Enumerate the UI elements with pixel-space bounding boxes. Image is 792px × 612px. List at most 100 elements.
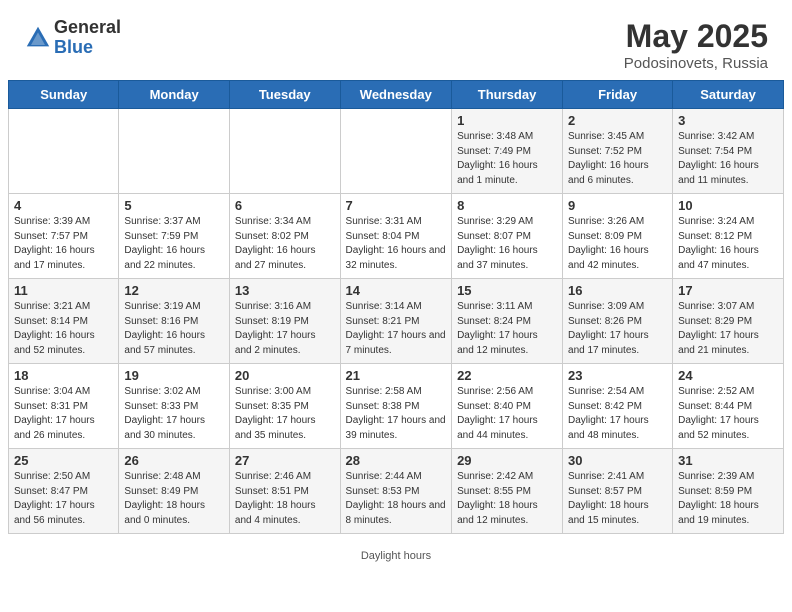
calendar-cell: 4Sunrise: 3:39 AM Sunset: 7:57 PM Daylig… (9, 194, 119, 279)
day-number: 24 (678, 368, 778, 383)
day-number: 12 (124, 283, 224, 298)
calendar-cell: 10Sunrise: 3:24 AM Sunset: 8:12 PM Dayli… (673, 194, 784, 279)
day-info: Sunrise: 3:45 AM Sunset: 7:52 PM Dayligh… (568, 130, 667, 188)
location: Podosinovets, Russia (624, 55, 768, 72)
calendar-table: SundayMondayTuesdayWednesdayThursdayFrid… (8, 80, 784, 534)
calendar-cell: 7 Sunrise: 3:31 AM Sunset: 8:04 PM Daylig… (340, 194, 452, 279)
day-number: 10 (678, 198, 778, 213)
day-info: Sunrise: 3:31 AM Sunset: 8:04 PM Dayligh… (346, 215, 447, 273)
weekday-header: Sunday (9, 81, 119, 109)
calendar-week-row: 11Sunrise: 3:21 AM Sunset: 8:14 PM Dayli… (9, 279, 784, 364)
logo-general: General (54, 18, 121, 38)
weekday-header: Friday (563, 81, 673, 109)
day-number: 13 (235, 283, 335, 298)
day-info: Sunrise: 2:50 AM Sunset: 8:47 PM Dayligh… (14, 470, 113, 528)
day-number: 9 (568, 198, 667, 213)
logo-blue: Blue (54, 38, 121, 58)
day-number: 28 (346, 453, 447, 468)
calendar-cell (9, 109, 119, 194)
day-info: Sunrise: 3:26 AM Sunset: 8:09 PM Dayligh… (568, 215, 667, 273)
day-number: 20 (235, 368, 335, 383)
day-info: Sunrise: 3:07 AM Sunset: 8:29 PM Dayligh… (678, 300, 778, 358)
day-number: 21 (346, 368, 447, 383)
calendar-body: 1 Sunrise: 3:48 AM Sunset: 7:49 PM Daylig… (9, 109, 784, 534)
day-info: Sunrise: 2:41 AM Sunset: 8:57 PM Dayligh… (568, 470, 667, 528)
day-number: 1 (457, 113, 557, 128)
day-number: 6 (235, 198, 335, 213)
calendar-week-row: 1 Sunrise: 3:48 AM Sunset: 7:49 PM Daylig… (9, 109, 784, 194)
day-number: 8 (457, 198, 557, 213)
footer-note: Daylight hours (0, 546, 792, 564)
calendar-week-row: 18 Sunrise: 3:04 AM Sunset: 8:31 PM Dayli… (9, 364, 784, 449)
calendar-cell: 30 Sunrise: 2:41 AM Sunset: 8:57 PM Dayli… (563, 449, 673, 534)
day-info: Sunrise: 3:42 AM Sunset: 7:54 PM Dayligh… (678, 130, 778, 188)
day-number: 27 (235, 453, 335, 468)
logo: General Blue (24, 18, 121, 58)
day-info: Sunrise: 3:04 AM Sunset: 8:31 PM Dayligh… (14, 385, 113, 443)
day-number: 31 (678, 453, 778, 468)
calendar-cell: 8Sunrise: 3:29 AM Sunset: 8:07 PM Daylig… (452, 194, 563, 279)
calendar-cell: 2Sunrise: 3:45 AM Sunset: 7:52 PM Daylig… (563, 109, 673, 194)
calendar-cell: 3 Sunrise: 3:42 AM Sunset: 7:54 PM Daylig… (673, 109, 784, 194)
calendar-cell: 15 Sunrise: 3:11 AM Sunset: 8:24 PM Dayli… (452, 279, 563, 364)
day-info: Sunrise: 2:39 AM Sunset: 8:59 PM Dayligh… (678, 470, 778, 528)
weekday-header: Wednesday (340, 81, 452, 109)
day-number: 30 (568, 453, 667, 468)
day-info: Sunrise: 2:46 AM Sunset: 8:51 PM Dayligh… (235, 470, 335, 528)
day-info: Sunrise: 2:44 AM Sunset: 8:53 PM Dayligh… (346, 470, 447, 528)
logo-icon (24, 24, 52, 52)
day-info: Sunrise: 3:00 AM Sunset: 8:35 PM Dayligh… (235, 385, 335, 443)
calendar-cell: 23Sunrise: 2:54 AM Sunset: 8:42 PM Dayli… (563, 364, 673, 449)
day-info: Sunrise: 3:11 AM Sunset: 8:24 PM Dayligh… (457, 300, 557, 358)
calendar-cell: 1 Sunrise: 3:48 AM Sunset: 7:49 PM Daylig… (452, 109, 563, 194)
day-number: 18 (14, 368, 113, 383)
day-info: Sunrise: 3:09 AM Sunset: 8:26 PM Dayligh… (568, 300, 667, 358)
calendar-cell: 20 Sunrise: 3:00 AM Sunset: 8:35 PM Dayli… (229, 364, 340, 449)
weekday-header-row: SundayMondayTuesdayWednesdayThursdayFrid… (9, 81, 784, 109)
daylight-label: Daylight hours (361, 550, 431, 562)
calendar-cell: 21 Sunrise: 2:58 AM Sunset: 8:38 PM Dayli… (340, 364, 452, 449)
day-number: 19 (124, 368, 224, 383)
day-info: Sunrise: 3:14 AM Sunset: 8:21 PM Dayligh… (346, 300, 447, 358)
calendar-cell: 25Sunrise: 2:50 AM Sunset: 8:47 PM Dayli… (9, 449, 119, 534)
weekday-header: Thursday (452, 81, 563, 109)
day-number: 22 (457, 368, 557, 383)
day-number: 29 (457, 453, 557, 468)
calendar-cell: 16 Sunrise: 3:09 AM Sunset: 8:26 PM Dayli… (563, 279, 673, 364)
day-info: Sunrise: 3:19 AM Sunset: 8:16 PM Dayligh… (124, 300, 224, 358)
calendar-cell: 19Sunrise: 3:02 AM Sunset: 8:33 PM Dayli… (119, 364, 230, 449)
day-number: 11 (14, 283, 113, 298)
weekday-header: Monday (119, 81, 230, 109)
day-info: Sunrise: 3:37 AM Sunset: 7:59 PM Dayligh… (124, 215, 224, 273)
calendar-cell: 18 Sunrise: 3:04 AM Sunset: 8:31 PM Dayli… (9, 364, 119, 449)
day-number: 7 (346, 198, 447, 213)
day-number: 26 (124, 453, 224, 468)
calendar-cell: 27 Sunrise: 2:46 AM Sunset: 8:51 PM Dayli… (229, 449, 340, 534)
day-number: 3 (678, 113, 778, 128)
calendar-cell: 6 Sunrise: 3:34 AM Sunset: 8:02 PM Daylig… (229, 194, 340, 279)
day-info: Sunrise: 2:52 AM Sunset: 8:44 PM Dayligh… (678, 385, 778, 443)
day-info: Sunrise: 3:34 AM Sunset: 8:02 PM Dayligh… (235, 215, 335, 273)
calendar-cell: 9 Sunrise: 3:26 AM Sunset: 8:09 PM Daylig… (563, 194, 673, 279)
day-info: Sunrise: 3:48 AM Sunset: 7:49 PM Dayligh… (457, 130, 557, 188)
weekday-header: Tuesday (229, 81, 340, 109)
day-info: Sunrise: 2:58 AM Sunset: 8:38 PM Dayligh… (346, 385, 447, 443)
day-info: Sunrise: 2:56 AM Sunset: 8:40 PM Dayligh… (457, 385, 557, 443)
calendar-week-row: 25Sunrise: 2:50 AM Sunset: 8:47 PM Dayli… (9, 449, 784, 534)
calendar-cell: 5Sunrise: 3:37 AM Sunset: 7:59 PM Daylig… (119, 194, 230, 279)
day-info: Sunrise: 3:39 AM Sunset: 7:57 PM Dayligh… (14, 215, 113, 273)
calendar-cell: 13 Sunrise: 3:16 AM Sunset: 8:19 PM Dayli… (229, 279, 340, 364)
day-info: Sunrise: 2:48 AM Sunset: 8:49 PM Dayligh… (124, 470, 224, 528)
calendar-cell: 29Sunrise: 2:42 AM Sunset: 8:55 PM Dayli… (452, 449, 563, 534)
calendar-cell: 24 Sunrise: 2:52 AM Sunset: 8:44 PM Dayli… (673, 364, 784, 449)
month-year: May 2025 (624, 18, 768, 55)
day-number: 16 (568, 283, 667, 298)
calendar-cell: 12 Sunrise: 3:19 AM Sunset: 8:16 PM Dayli… (119, 279, 230, 364)
calendar-cell: 22 Sunrise: 2:56 AM Sunset: 8:40 PM Dayli… (452, 364, 563, 449)
calendar-cell: 26 Sunrise: 2:48 AM Sunset: 8:49 PM Dayli… (119, 449, 230, 534)
day-info: Sunrise: 2:54 AM Sunset: 8:42 PM Dayligh… (568, 385, 667, 443)
calendar-week-row: 4Sunrise: 3:39 AM Sunset: 7:57 PM Daylig… (9, 194, 784, 279)
day-info: Sunrise: 3:16 AM Sunset: 8:19 PM Dayligh… (235, 300, 335, 358)
calendar-cell (229, 109, 340, 194)
day-number: 15 (457, 283, 557, 298)
